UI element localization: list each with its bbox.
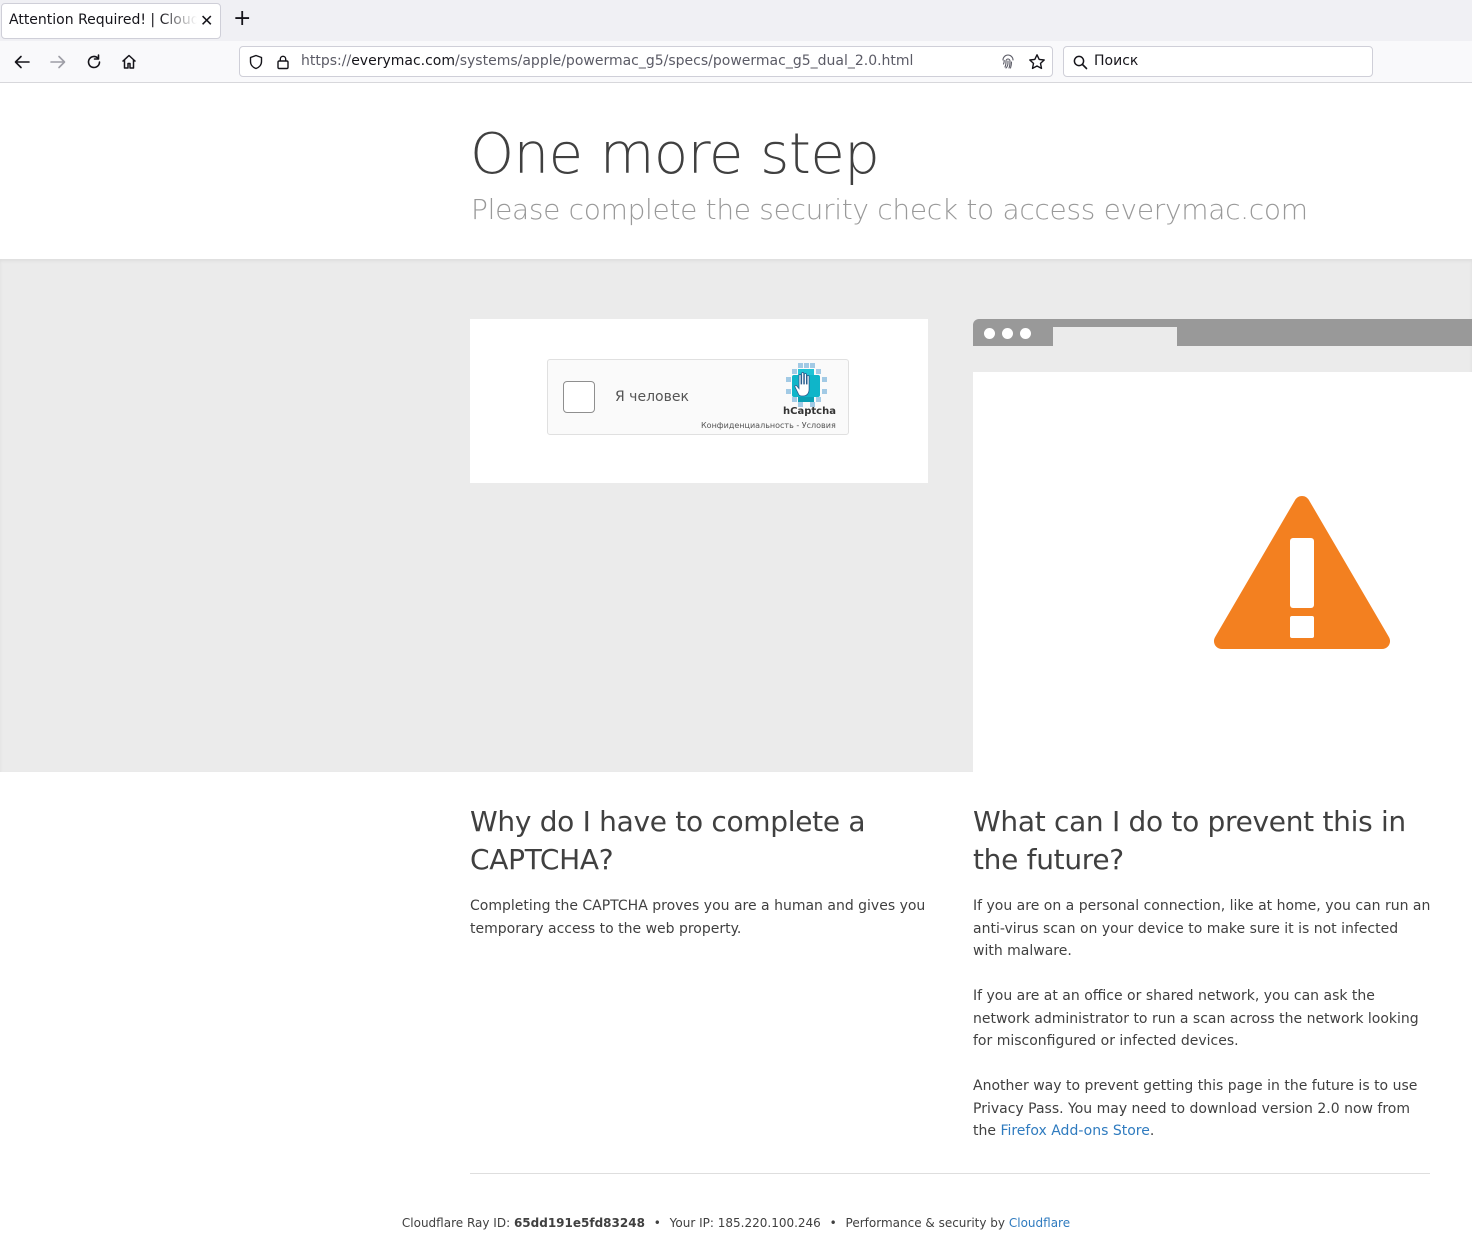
- search-icon: [1073, 55, 1088, 70]
- illustration-window-bar: [973, 319, 1472, 346]
- performance-label: Performance & security by: [845, 1216, 1006, 1230]
- footer-divider: [470, 1173, 1430, 1174]
- why-heading: Why do I have to complete a CAPTCHA?: [470, 805, 866, 876]
- home-icon: [121, 54, 137, 69]
- window-dot-icon: [1002, 328, 1013, 339]
- why-text: Completing the CAPTCHA proves you are a …: [470, 898, 926, 937]
- page-subtitle: Please complete the security check to ac…: [471, 193, 1308, 226]
- cloudflare-link[interactable]: Cloudflare: [1009, 1216, 1070, 1230]
- window-dot-icon: [1020, 328, 1031, 339]
- ray-id-value: 65dd191e5fd83248: [513, 1216, 645, 1230]
- back-button[interactable]: [11, 51, 33, 73]
- prevent-text-3-end: .: [1149, 1123, 1155, 1139]
- tab-title: Attention Required! | Cloudflare: [9, 12, 197, 28]
- back-arrow-icon: [14, 55, 30, 69]
- page-title: One more step: [470, 122, 880, 187]
- captcha-label: Я человек: [615, 389, 689, 405]
- browser-warning-illustration: [973, 319, 1472, 772]
- navigation-toolbar: https://everymac.com/systems/apple/power…: [0, 41, 1472, 83]
- browser-tab[interactable]: Attention Required! | Cloudflare ✕: [1, 3, 221, 39]
- tab-bar: Attention Required! | Cloudflare ✕ +: [0, 0, 1472, 41]
- illustration-tab: [1053, 327, 1177, 346]
- illustration-window-body: [973, 372, 1472, 772]
- prevent-text-2: If you are at an office or shared networ…: [973, 988, 1419, 1049]
- url-scheme: https://: [301, 53, 352, 69]
- hcaptcha-brand: hCaptcha: [783, 406, 836, 417]
- bookmark-star-icon[interactable]: [1028, 53, 1046, 71]
- address-bar[interactable]: https://everymac.com/systems/apple/power…: [239, 46, 1053, 77]
- footer-separator: •: [829, 1216, 837, 1230]
- lock-icon[interactable]: [275, 54, 291, 70]
- captcha-privacy-terms-links[interactable]: Конфиденциальность - Условия: [701, 421, 836, 430]
- warning-triangle-icon: [1213, 496, 1391, 649]
- cloudflare-page: One more step Please complete the securi…: [0, 83, 1472, 1242]
- hcaptcha-logo-icon: [786, 363, 827, 407]
- search-bar[interactable]: Поиск: [1063, 46, 1373, 77]
- url-path: /systems/apple/powermac_g5/specs/powerma…: [455, 53, 914, 69]
- forward-arrow-icon: [50, 55, 66, 69]
- tracking-shield-icon[interactable]: [248, 54, 264, 70]
- prevent-text-1: If you are on a personal connection, lik…: [973, 898, 1431, 959]
- fingerprint-icon[interactable]: [1000, 54, 1016, 70]
- footer: Cloudflare Ray ID: 65dd191e5fd83248 • Yo…: [0, 1216, 1472, 1230]
- forward-button[interactable]: [47, 51, 69, 73]
- ip-value: 185.220.100.246: [717, 1216, 821, 1230]
- prevent-text-3: Another way to prevent getting this page…: [973, 1075, 1431, 1143]
- ip-label: Your IP:: [669, 1216, 714, 1230]
- url-host: everymac.com: [351, 53, 456, 69]
- reload-icon: [87, 54, 101, 69]
- firefox-addons-store-link[interactable]: Firefox Add-ons Store: [1000, 1123, 1149, 1139]
- reload-button[interactable]: [83, 51, 105, 73]
- footer-separator: •: [653, 1216, 661, 1230]
- new-tab-icon[interactable]: +: [233, 6, 251, 32]
- url-text[interactable]: https://everymac.com/systems/apple/power…: [301, 53, 913, 69]
- hcaptcha-widget[interactable]: Я человек hCaptcha Конфиденциальность - …: [547, 359, 849, 435]
- captcha-checkbox[interactable]: [563, 381, 595, 413]
- captcha-panel: Я человек hCaptcha Конфиденциальность - …: [470, 319, 928, 483]
- search-placeholder: Поиск: [1094, 53, 1139, 69]
- window-dot-icon: [984, 328, 995, 339]
- ray-id-label: Cloudflare Ray ID:: [401, 1216, 511, 1230]
- prevent-heading: What can I do to prevent this in the fut…: [973, 805, 1406, 876]
- tab-close-icon[interactable]: ✕: [200, 12, 213, 30]
- challenge-band: Я человек hCaptcha Конфиденциальность - …: [0, 259, 1472, 772]
- home-button[interactable]: [118, 51, 140, 73]
